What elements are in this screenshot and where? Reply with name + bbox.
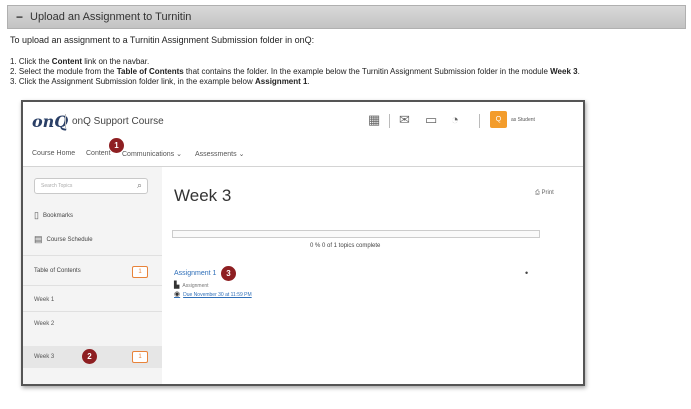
- search-placeholder: Search Topics: [41, 183, 73, 189]
- calendar-icon: ▤: [34, 234, 43, 244]
- sidebar-item-toc[interactable]: Table of Contents: [34, 268, 81, 274]
- divider: [23, 311, 162, 312]
- divider: [23, 285, 162, 286]
- divider: [65, 114, 66, 128]
- grid-icon[interactable]: ▦: [368, 112, 380, 128]
- example-screenshot: onQ onQ Support Course ▦ ✉ ▭ ◔ Q as Stud…: [21, 100, 585, 386]
- divider: [479, 114, 480, 128]
- course-name[interactable]: onQ Support Course: [72, 116, 164, 127]
- clock-icon: ◉: [174, 291, 181, 298]
- assignment-link[interactable]: Assignment 1: [174, 270, 216, 277]
- sidebar-item-schedule[interactable]: ▤ Course Schedule: [34, 234, 93, 245]
- week-3-count-badge: 1: [132, 351, 148, 363]
- printer-icon: ⎙: [535, 190, 540, 196]
- search-input[interactable]: Search Topics ⌕: [34, 178, 148, 194]
- sidebar-item-week-1[interactable]: Week 1: [34, 297, 54, 303]
- progress-text: 0 % 0 of 1 topics complete: [310, 243, 381, 249]
- mail-icon[interactable]: ✉: [399, 112, 410, 128]
- user-role[interactable]: as Student: [511, 117, 535, 123]
- progress-bar: [172, 230, 540, 238]
- user-avatar[interactable]: Q: [490, 111, 507, 128]
- section-title: Upload an Assignment to Turnitin: [30, 11, 192, 23]
- collapse-icon[interactable]: −: [16, 10, 23, 24]
- divider: [23, 255, 162, 256]
- page-title: Week 3: [174, 186, 232, 205]
- onq-logo: onQ: [32, 112, 69, 131]
- nav-communications[interactable]: Communications ⌄: [122, 150, 182, 158]
- intro-text: To upload an assignment to a Turnitin As…: [10, 35, 315, 45]
- assignment-type: ▙ Assignment: [174, 282, 209, 289]
- nav-content[interactable]: Content: [86, 150, 111, 157]
- divider: [389, 114, 390, 128]
- step-3: 3. Click the Assignment Submission folde…: [10, 77, 310, 86]
- assignment-icon: ▙: [174, 282, 180, 289]
- callout-badge-1: 1: [109, 138, 124, 153]
- topbar: onQ onQ Support Course ▦ ✉ ▭ ◔ Q as Stud…: [23, 102, 583, 138]
- assignment-due-date: ◉ Due November 30 at 11:59 PM: [174, 291, 252, 298]
- step-2: 2. Select the module from the Table of C…: [10, 67, 580, 76]
- course-navbar: Course Home Content Communications ⌄ Ass…: [23, 138, 583, 167]
- print-button[interactable]: ⎙ Print: [535, 190, 554, 197]
- sidebar-item-week-2[interactable]: Week 2: [34, 321, 54, 327]
- callout-badge-3: 3: [221, 266, 236, 281]
- steps-list: 1. Click the Content link on the navbar.…: [10, 57, 580, 87]
- bell-icon[interactable]: ◔: [451, 112, 459, 127]
- more-options-icon[interactable]: •: [525, 268, 528, 278]
- nav-assessments[interactable]: Assessments ⌄: [195, 150, 244, 158]
- callout-badge-2: 2: [82, 349, 97, 364]
- bookmark-icon: ▯: [34, 210, 39, 220]
- nav-course-home[interactable]: Course Home: [32, 150, 75, 157]
- search-icon[interactable]: ⌕: [137, 180, 142, 191]
- chat-icon[interactable]: ▭: [425, 112, 437, 128]
- sidebar-item-bookmarks[interactable]: ▯ Bookmarks: [34, 210, 73, 221]
- step-1: 1. Click the Content link on the navbar.: [10, 57, 150, 66]
- toc-count-badge: 1: [132, 266, 148, 278]
- section-header[interactable]: − Upload an Assignment to Turnitin: [7, 5, 686, 29]
- week-3-label: Week 3: [34, 354, 55, 360]
